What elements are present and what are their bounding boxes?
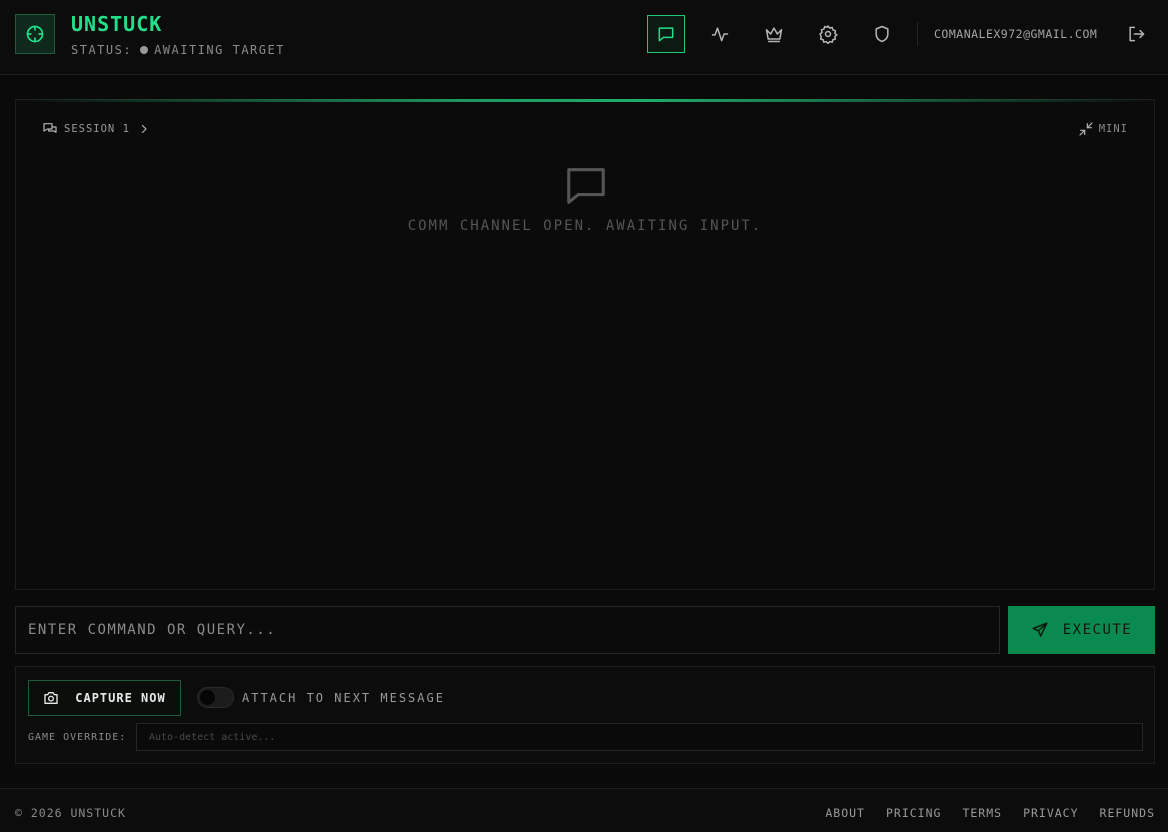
panel-accent-line [16, 99, 1156, 102]
logout-icon [1129, 26, 1145, 42]
chat-panel: SESSION 1 MINI COMM CHANNEL OPEN. AWAITI… [15, 99, 1156, 590]
toggle-knob [200, 690, 215, 705]
message-square-icon [567, 168, 605, 204]
footer-link-refunds[interactable]: REFUNDS [1100, 806, 1155, 820]
nav-security-button[interactable] [863, 15, 901, 53]
status-value: AWAITING TARGET [154, 43, 285, 57]
nav-chat-button[interactable] [647, 15, 685, 53]
crown-icon [765, 27, 783, 43]
logo[interactable] [15, 14, 55, 54]
footer-link-privacy[interactable]: PRIVACY [1023, 806, 1078, 820]
send-icon [1032, 622, 1048, 637]
top-header: UNSTUCK STATUS: AWAITING TARGET COMANALE… [0, 0, 1168, 75]
capture-now-button[interactable]: CAPTURE NOW [28, 680, 181, 716]
chevron-right-icon [141, 124, 147, 134]
empty-chat-icon [563, 162, 609, 212]
messages-icon [43, 123, 57, 133]
nav-activity-button[interactable] [701, 15, 739, 53]
status-indicator: STATUS: AWAITING TARGET [71, 43, 285, 57]
header-divider [917, 22, 918, 46]
execute-label: EXECUTE [1062, 622, 1133, 638]
camera-icon [44, 692, 58, 704]
capture-panel: CAPTURE NOW ATTACH TO NEXT MESSAGE GAME … [15, 666, 1155, 764]
attach-label: ATTACH TO NEXT MESSAGE [242, 691, 445, 705]
user-email: COMANALEX972@GMAIL.COM [934, 27, 1098, 41]
nav-settings-button[interactable] [809, 15, 847, 53]
shield-icon [875, 25, 889, 43]
mini-mode-button[interactable]: MINI [1078, 121, 1128, 137]
execute-button[interactable]: EXECUTE [1008, 606, 1155, 654]
game-override-input[interactable] [136, 723, 1143, 751]
session-label: SESSION 1 [64, 123, 130, 135]
gear-icon [819, 24, 838, 44]
status-dot [140, 46, 149, 54]
footer-link-pricing[interactable]: PRICING [886, 806, 941, 820]
chat-icon [658, 27, 674, 42]
nav-premium-button[interactable] [755, 15, 793, 53]
status-label: STATUS: [71, 43, 133, 57]
footer-link-about[interactable]: ABOUT [825, 806, 865, 820]
command-input[interactable] [15, 606, 1000, 654]
footer-links: ABOUT PRICING TERMS PRIVACY REFUNDS [804, 806, 1155, 820]
minimize-icon [1079, 122, 1093, 136]
capture-label: CAPTURE NOW [75, 691, 166, 705]
mini-label: MINI [1098, 123, 1128, 135]
empty-chat-message: COMM CHANNEL OPEN. AWAITING INPUT. [407, 218, 763, 234]
logout-button[interactable] [1124, 22, 1148, 46]
copyright: © 2026 UNSTUCK [15, 806, 126, 820]
activity-icon [711, 27, 729, 42]
brand-name: UNSTUCK [71, 12, 163, 36]
footer-link-terms[interactable]: TERMS [962, 806, 1002, 820]
game-override-label: GAME OVERRIDE: [28, 732, 127, 743]
footer: © 2026 UNSTUCK ABOUT PRICING TERMS PRIVA… [0, 788, 1168, 832]
session-selector[interactable]: SESSION 1 [42, 121, 156, 137]
attach-toggle[interactable] [197, 687, 234, 708]
crosshair-icon [26, 25, 44, 43]
